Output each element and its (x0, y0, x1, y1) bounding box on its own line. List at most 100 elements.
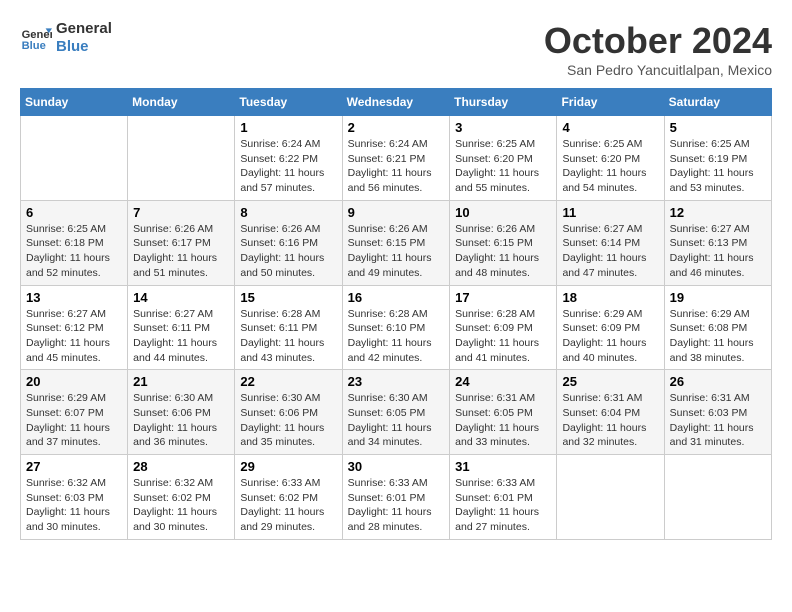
day-number: 2 (348, 120, 445, 135)
header-cell-friday: Friday (557, 89, 664, 116)
day-cell: 30 Sunrise: 6:33 AM Sunset: 6:01 PM Dayli… (342, 455, 450, 540)
day-content: Sunrise: 6:25 AM Sunset: 6:20 PM Dayligh… (455, 137, 551, 196)
header-cell-tuesday: Tuesday (235, 89, 342, 116)
day-number: 16 (348, 290, 445, 305)
day-content: Sunrise: 6:28 AM Sunset: 6:10 PM Dayligh… (348, 307, 445, 366)
day-number: 23 (348, 374, 445, 389)
day-cell: 4 Sunrise: 6:25 AM Sunset: 6:20 PM Daylig… (557, 116, 664, 201)
logo-line2: Blue (56, 38, 112, 56)
day-cell: 17 Sunrise: 6:28 AM Sunset: 6:09 PM Dayli… (450, 285, 557, 370)
day-cell (128, 116, 235, 201)
day-cell: 31Sunrise: 6:33 AM Sunset: 6:01 PM Dayli… (450, 455, 557, 540)
location-subtitle: San Pedro Yancuitlalpan, Mexico (544, 62, 772, 78)
day-number: 19 (670, 290, 766, 305)
day-number: 14 (133, 290, 229, 305)
day-number: 11 (562, 205, 658, 220)
header-row: SundayMondayTuesdayWednesdayThursdayFrid… (21, 89, 772, 116)
day-number: 13 (26, 290, 122, 305)
day-cell: 9 Sunrise: 6:26 AM Sunset: 6:15 PM Daylig… (342, 200, 450, 285)
day-content: Sunrise: 6:30 AM Sunset: 6:06 PM Dayligh… (240, 391, 336, 450)
logo-icon: General Blue (20, 22, 52, 54)
day-number: 30 (348, 459, 445, 474)
day-cell: 12 Sunrise: 6:27 AM Sunset: 6:13 PM Dayli… (664, 200, 771, 285)
day-content: Sunrise: 6:31 AM Sunset: 6:03 PM Dayligh… (670, 391, 766, 450)
day-cell: 29Sunrise: 6:33 AM Sunset: 6:02 PM Dayli… (235, 455, 342, 540)
day-number: 27 (26, 459, 122, 474)
day-number: 18 (562, 290, 658, 305)
day-number: 24 (455, 374, 551, 389)
day-cell: 8 Sunrise: 6:26 AM Sunset: 6:16 PM Daylig… (235, 200, 342, 285)
day-content: Sunrise: 6:26 AM Sunset: 6:15 PM Dayligh… (348, 222, 445, 281)
week-row-1: 1Sunrise: 6:24 AM Sunset: 6:22 PM Daylig… (21, 116, 772, 201)
title-block: October 2024 San Pedro Yancuitlalpan, Me… (544, 20, 772, 78)
day-content: Sunrise: 6:33 AM Sunset: 6:01 PM Dayligh… (348, 476, 445, 535)
calendar-table: SundayMondayTuesdayWednesdayThursdayFrid… (20, 88, 772, 540)
svg-text:Blue: Blue (22, 40, 46, 52)
day-number: 29 (240, 459, 336, 474)
day-cell: 5 Sunrise: 6:25 AM Sunset: 6:19 PM Daylig… (664, 116, 771, 201)
day-content: Sunrise: 6:27 AM Sunset: 6:13 PM Dayligh… (670, 222, 766, 281)
day-number: 12 (670, 205, 766, 220)
day-content: Sunrise: 6:28 AM Sunset: 6:11 PM Dayligh… (240, 307, 336, 366)
week-row-4: 20 Sunrise: 6:29 AM Sunset: 6:07 PM Dayli… (21, 370, 772, 455)
day-content: Sunrise: 6:30 AM Sunset: 6:06 PM Dayligh… (133, 391, 229, 450)
day-cell: 6Sunrise: 6:25 AM Sunset: 6:18 PM Daylig… (21, 200, 128, 285)
day-content: Sunrise: 6:26 AM Sunset: 6:15 PM Dayligh… (455, 222, 551, 281)
day-content: Sunrise: 6:32 AM Sunset: 6:02 PM Dayligh… (133, 476, 229, 535)
day-number: 4 (562, 120, 658, 135)
month-title: October 2024 (544, 20, 772, 62)
day-number: 25 (562, 374, 658, 389)
day-number: 20 (26, 374, 122, 389)
day-cell: 27 Sunrise: 6:32 AM Sunset: 6:03 PM Dayli… (21, 455, 128, 540)
day-number: 9 (348, 205, 445, 220)
day-content: Sunrise: 6:25 AM Sunset: 6:19 PM Dayligh… (670, 137, 766, 196)
week-row-3: 13Sunrise: 6:27 AM Sunset: 6:12 PM Dayli… (21, 285, 772, 370)
header-cell-monday: Monday (128, 89, 235, 116)
day-cell: 25 Sunrise: 6:31 AM Sunset: 6:04 PM Dayli… (557, 370, 664, 455)
day-cell: 26Sunrise: 6:31 AM Sunset: 6:03 PM Dayli… (664, 370, 771, 455)
day-content: Sunrise: 6:29 AM Sunset: 6:08 PM Dayligh… (670, 307, 766, 366)
day-cell: 21 Sunrise: 6:30 AM Sunset: 6:06 PM Dayli… (128, 370, 235, 455)
day-number: 21 (133, 374, 229, 389)
day-content: Sunrise: 6:26 AM Sunset: 6:16 PM Dayligh… (240, 222, 336, 281)
day-cell: 18Sunrise: 6:29 AM Sunset: 6:09 PM Dayli… (557, 285, 664, 370)
calendar-body: 1Sunrise: 6:24 AM Sunset: 6:22 PM Daylig… (21, 116, 772, 540)
day-cell (21, 116, 128, 201)
day-cell: 10 Sunrise: 6:26 AM Sunset: 6:15 PM Dayli… (450, 200, 557, 285)
page-header: General Blue General Blue October 2024 S… (20, 20, 772, 78)
week-row-2: 6Sunrise: 6:25 AM Sunset: 6:18 PM Daylig… (21, 200, 772, 285)
day-cell: 3 Sunrise: 6:25 AM Sunset: 6:20 PM Daylig… (450, 116, 557, 201)
day-content: Sunrise: 6:31 AM Sunset: 6:05 PM Dayligh… (455, 391, 551, 450)
calendar-header: SundayMondayTuesdayWednesdayThursdayFrid… (21, 89, 772, 116)
day-cell: 24 Sunrise: 6:31 AM Sunset: 6:05 PM Dayli… (450, 370, 557, 455)
header-cell-wednesday: Wednesday (342, 89, 450, 116)
logo-line1: General (56, 20, 112, 38)
day-cell: 14Sunrise: 6:27 AM Sunset: 6:11 PM Dayli… (128, 285, 235, 370)
week-row-5: 27 Sunrise: 6:32 AM Sunset: 6:03 PM Dayli… (21, 455, 772, 540)
day-content: Sunrise: 6:32 AM Sunset: 6:03 PM Dayligh… (26, 476, 122, 535)
day-number: 1 (240, 120, 336, 135)
day-cell (664, 455, 771, 540)
day-content: Sunrise: 6:25 AM Sunset: 6:20 PM Dayligh… (562, 137, 658, 196)
day-number: 3 (455, 120, 551, 135)
day-cell: 11Sunrise: 6:27 AM Sunset: 6:14 PM Dayli… (557, 200, 664, 285)
day-cell: 16 Sunrise: 6:28 AM Sunset: 6:10 PM Dayli… (342, 285, 450, 370)
day-number: 7 (133, 205, 229, 220)
day-number: 22 (240, 374, 336, 389)
day-cell: 22 Sunrise: 6:30 AM Sunset: 6:06 PM Dayli… (235, 370, 342, 455)
day-content: Sunrise: 6:31 AM Sunset: 6:04 PM Dayligh… (562, 391, 658, 450)
day-content: Sunrise: 6:29 AM Sunset: 6:07 PM Dayligh… (26, 391, 122, 450)
header-cell-saturday: Saturday (664, 89, 771, 116)
day-cell: 23Sunrise: 6:30 AM Sunset: 6:05 PM Dayli… (342, 370, 450, 455)
day-content: Sunrise: 6:33 AM Sunset: 6:01 PM Dayligh… (455, 476, 551, 535)
day-number: 10 (455, 205, 551, 220)
day-number: 17 (455, 290, 551, 305)
day-content: Sunrise: 6:28 AM Sunset: 6:09 PM Dayligh… (455, 307, 551, 366)
header-cell-sunday: Sunday (21, 89, 128, 116)
day-cell (557, 455, 664, 540)
day-cell: 7Sunrise: 6:26 AM Sunset: 6:17 PM Daylig… (128, 200, 235, 285)
day-cell: 13Sunrise: 6:27 AM Sunset: 6:12 PM Dayli… (21, 285, 128, 370)
day-content: Sunrise: 6:25 AM Sunset: 6:18 PM Dayligh… (26, 222, 122, 281)
day-number: 8 (240, 205, 336, 220)
day-number: 5 (670, 120, 766, 135)
